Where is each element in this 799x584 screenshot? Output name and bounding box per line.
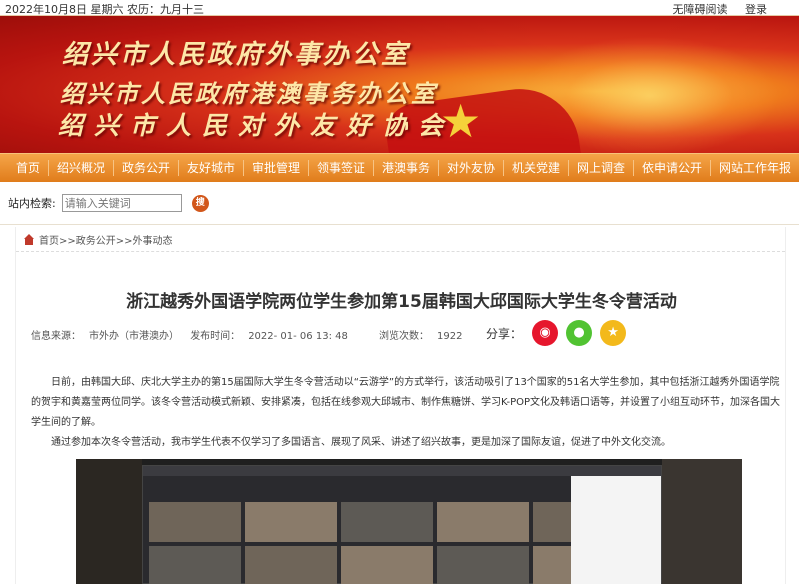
nav-item-survey[interactable]: 网上调查 — [569, 160, 635, 176]
qzone-star-icon[interactable]: ★ — [600, 320, 627, 346]
article-body: 日前，由韩国大邱、庆北大学主办的第15届国际大学生冬令营活动以“云游学”的方式举… — [31, 373, 786, 453]
participant-tile — [149, 546, 241, 584]
header-banner: ★ 绍兴市人民政府外事办公室 绍兴市人民政府港澳事务办公室 绍兴市人民对外友好协… — [0, 16, 799, 153]
search-row: 站内检索: 搜 — [0, 182, 799, 225]
nav-item-approval[interactable]: 审批管理 — [244, 160, 310, 176]
video-call-screen — [142, 465, 662, 584]
weibo-icon[interactable]: ◉ — [532, 320, 559, 346]
main-nav: 首页 绍兴概况 政务公开 友好城市 审批管理 领事签证 港澳事务 对外友协 机关… — [0, 153, 799, 182]
share-bar: 分享： ◉ ● ★ — [486, 320, 634, 346]
participant-tile — [149, 502, 241, 542]
participant-tile — [245, 546, 337, 584]
nav-item-annual-report[interactable]: 网站工作年报 — [711, 160, 799, 176]
banner-title-1: 绍兴市人民政府外事办公室 — [62, 40, 411, 70]
nav-item-friendship-assoc[interactable]: 对外友协 — [439, 160, 505, 176]
paragraph-2: 通过参加本次冬令营活动，我市学生代表不仅学习了多国语言、展现了风采、讲述了绍兴故… — [51, 437, 671, 448]
participant-tile — [437, 546, 529, 584]
nav-item-disclosure[interactable]: 依申请公开 — [634, 160, 712, 176]
nav-item-gov-affairs[interactable]: 政务公开 — [114, 160, 180, 176]
nav-item-party[interactable]: 机关党建 — [504, 160, 570, 176]
search-button[interactable]: 搜 — [191, 194, 209, 212]
nav-item-friendly-cities[interactable]: 友好城市 — [179, 160, 245, 176]
article-title: 浙江越秀外国语学院两位学生参加第15届韩国大邱国际大学生冬令营活动 — [126, 292, 677, 312]
breadcrumb-text[interactable]: 首页>>政务公开>>外事动态 — [39, 232, 173, 247]
search-input[interactable] — [61, 194, 182, 212]
accessibility-link[interactable]: 无障碍阅读 — [673, 3, 728, 16]
top-bar: 2022年10月8日 星期六 农历：九月十三 无障碍阅读 登录 — [0, 0, 799, 16]
views-label: 浏览次数： — [379, 331, 430, 342]
breadcrumb: 首页>>政务公开>>外事动态 — [16, 227, 785, 252]
participant-tile — [341, 546, 433, 584]
home-icon — [23, 233, 35, 245]
nav-item-hk-macau[interactable]: 港澳事务 — [374, 160, 440, 176]
login-link[interactable]: 登录 — [745, 3, 767, 16]
source-label: 信息来源： — [31, 331, 81, 342]
paragraph-1: 日前，由韩国大邱、庆北大学主办的第15届国际大学生冬令营活动以“云游学”的方式举… — [31, 377, 781, 428]
banner-title-3: 绍兴市人民对外友好协会 — [58, 111, 455, 140]
banner-title-2: 绍兴市人民政府港澳事务办公室 — [60, 79, 438, 108]
participant-tile — [437, 502, 529, 542]
top-links: 无障碍阅读 登录 — [659, 1, 768, 17]
share-label: 分享： — [486, 326, 523, 341]
date-text: 2022年10月8日 星期六 农历：九月十三 — [5, 3, 204, 16]
time-value: 2022- 01- 06 13: 48 — [248, 331, 348, 342]
nav-item-consular-visa[interactable]: 领事签证 — [309, 160, 375, 176]
views-value: 1922 — [437, 331, 463, 342]
article-container: 首页>>政务公开>>外事动态 浙江越秀外国语学院两位学生参加第15届韩国大邱国际… — [15, 227, 786, 584]
wechat-icon[interactable]: ● — [566, 320, 593, 346]
source-value: 市外办（市港澳办） — [89, 331, 179, 342]
participant-tile — [245, 502, 337, 542]
nav-item-overview[interactable]: 绍兴概况 — [49, 160, 115, 176]
search-label: 站内检索: — [8, 197, 56, 210]
participant-tile — [341, 502, 433, 542]
article-meta: 信息来源： 市外办（市港澳办） 发布时间： 2022- 01- 06 13: 48 … — [31, 327, 470, 342]
time-label: 发布时间： — [190, 331, 241, 342]
article-photo — [76, 459, 742, 584]
chat-panel — [571, 476, 661, 584]
nav-item-home[interactable]: 首页 — [0, 160, 50, 176]
